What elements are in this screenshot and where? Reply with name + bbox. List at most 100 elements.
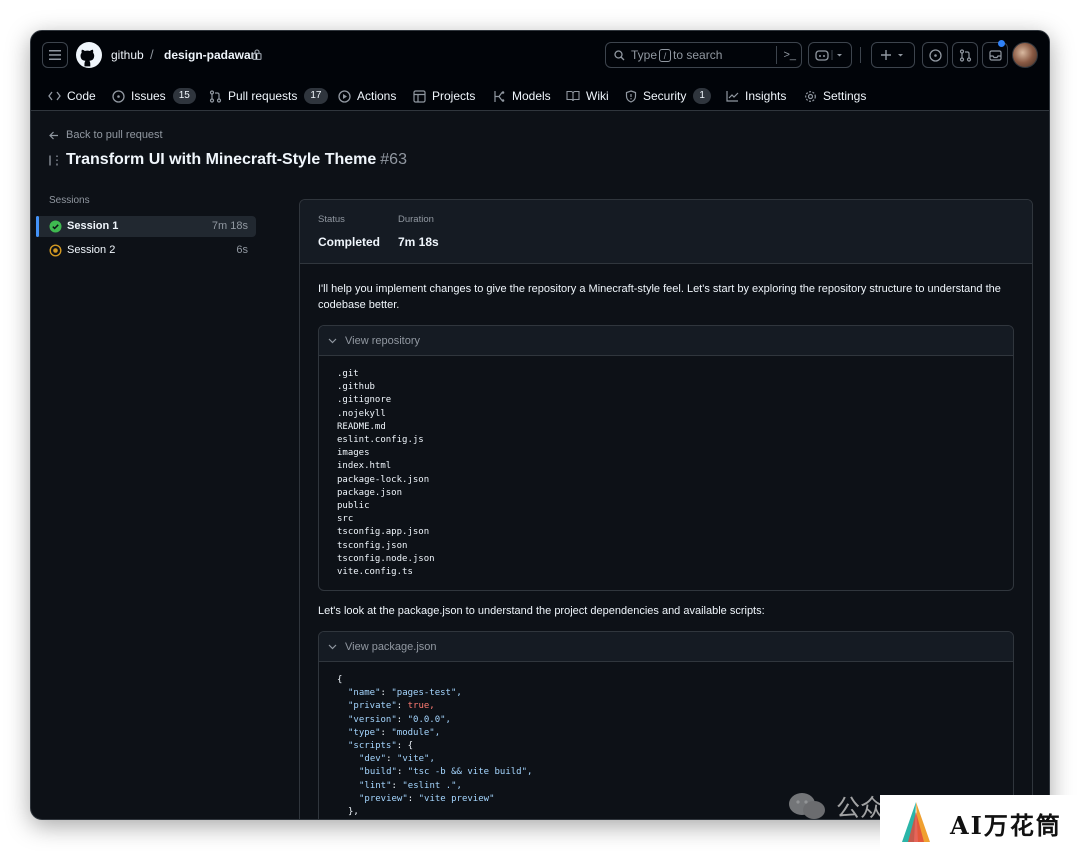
pull-requests-count-badge: 17	[304, 88, 328, 104]
tool-call-view-repository: View repository .git .github .gitignore …	[318, 325, 1014, 591]
session-name: Session 2	[67, 244, 116, 256]
agent-message-intro: I'll help you implement changes to give …	[318, 283, 1001, 311]
tool-call-header[interactable]: View package.json	[319, 632, 1013, 662]
chevron-down-icon	[328, 338, 337, 343]
brand-name: AI万花筒	[950, 810, 1062, 840]
github-logo-icon[interactable]	[76, 42, 102, 68]
tab-security[interactable]: Security 1	[625, 85, 711, 107]
play-icon	[338, 89, 351, 103]
tab-code[interactable]: Code	[48, 85, 96, 107]
sessions-heading: Sessions	[49, 195, 90, 206]
breadcrumb-repo[interactable]: design-padawan	[164, 48, 258, 62]
watermark-text: 公众	[836, 794, 884, 822]
tab-pull-requests[interactable]: Pull requests 17	[209, 85, 328, 107]
back-link-label: Back to pull request	[66, 129, 163, 141]
tab-issues[interactable]: Issues 15	[112, 85, 196, 107]
back-to-pull-request-link[interactable]: Back to pull request	[49, 129, 163, 141]
command-palette-button[interactable]: >_	[776, 46, 796, 64]
tab-actions-label: Actions	[357, 89, 397, 103]
json-value: "eslint .",	[402, 780, 462, 791]
tab-models-label: Models	[512, 89, 551, 103]
json-value: "pages-test",	[391, 688, 462, 699]
pull-requests-button[interactable]	[952, 42, 978, 68]
session-item-1[interactable]: Session 1 7m 18s	[36, 216, 256, 237]
tab-settings[interactable]: Settings	[804, 85, 866, 107]
chevron-down-icon	[831, 50, 842, 60]
issues-count-badge: 15	[172, 88, 196, 104]
search-input[interactable]: Type / to search >_	[605, 42, 802, 68]
json-value: "0.0.0",	[407, 714, 451, 725]
json-key: "preview"	[359, 793, 408, 804]
breadcrumb-separator: /	[150, 47, 154, 62]
json-value: "vite preview"	[418, 793, 495, 804]
json-line: "version": "0.0.0",	[348, 714, 451, 725]
duration-label: Duration	[398, 214, 434, 225]
repo-nav: Code Issues 15 Pull requests 17 Actions …	[31, 81, 1049, 111]
pull-request-icon	[209, 89, 222, 103]
inbox-button[interactable]	[982, 42, 1008, 68]
tab-insights-label: Insights	[745, 89, 787, 103]
search-suffix: to search	[673, 48, 723, 62]
graph-icon	[726, 91, 739, 102]
breadcrumb-owner[interactable]: github	[111, 48, 144, 62]
pull-request-icon	[959, 48, 971, 62]
issues-button[interactable]	[922, 42, 948, 68]
session-status-box: Status Completed Duration 7m 18s	[300, 200, 1032, 264]
tool-output: .git .github .gitignore .nojekyll README…	[337, 369, 435, 578]
tab-settings-label: Settings	[823, 89, 867, 103]
active-indicator	[36, 216, 39, 237]
tab-issues-label: Issues	[131, 89, 166, 103]
table-icon	[413, 89, 426, 103]
check-circle-icon	[49, 220, 62, 233]
json-key: "lint"	[359, 780, 392, 791]
json-line: "private": true,	[348, 701, 435, 712]
json-value: {	[407, 741, 414, 752]
json-value: },	[348, 807, 359, 818]
json-key: "scripts"	[348, 741, 397, 752]
brand-logo-icon	[902, 802, 930, 842]
lock-icon	[252, 49, 262, 60]
agent-message-second: Let's look at the package.json to unders…	[318, 605, 765, 617]
json-key: "name"	[348, 688, 381, 699]
tab-wiki-label: Wiki	[586, 89, 609, 103]
tool-call-header[interactable]: View repository	[319, 326, 1013, 356]
issue-icon	[928, 48, 942, 62]
brand-watermark: AI万花筒	[880, 795, 1080, 851]
tab-wiki[interactable]: Wiki	[566, 85, 609, 107]
copilot-button[interactable]	[808, 42, 852, 68]
session-item-2[interactable]: Session 2 6s	[36, 240, 256, 261]
avatar[interactable]	[1012, 42, 1038, 68]
json-key: "version"	[348, 714, 397, 725]
search-icon	[614, 49, 625, 60]
plus-icon	[881, 50, 891, 60]
issue-icon	[112, 89, 125, 103]
json-line: "build": "tsc -b && vite build",	[359, 767, 533, 778]
json-key: "dev"	[359, 754, 387, 765]
json-line: {	[337, 674, 1013, 687]
copilot-icon	[815, 50, 829, 61]
tool-call-label: View repository	[345, 334, 420, 347]
shield-icon	[625, 89, 637, 103]
tool-call-label: View package.json	[345, 640, 437, 653]
json-line: "type": "module",	[348, 727, 441, 738]
hamburger-icon	[49, 50, 61, 60]
json-value: {	[337, 675, 343, 685]
json-line: "name": "pages-test",	[348, 688, 462, 699]
pull-request-number: #63	[380, 151, 407, 168]
pull-request-draft-icon	[49, 155, 58, 165]
session-duration: 7m 18s	[211, 220, 248, 232]
tab-actions[interactable]: Actions	[338, 85, 396, 107]
header-divider	[860, 47, 861, 63]
search-prefix: Type	[631, 48, 658, 62]
tab-insights[interactable]: Insights	[726, 85, 786, 107]
menu-button[interactable]	[42, 42, 68, 68]
create-new-button[interactable]	[871, 42, 915, 68]
model-icon	[494, 90, 505, 102]
json-value: true,	[407, 701, 435, 712]
json-value: "tsc -b && vite build",	[407, 767, 533, 778]
tab-security-label: Security	[643, 89, 687, 103]
search-shortcut-key: /	[659, 48, 672, 62]
duration-value: 7m 18s	[398, 235, 439, 249]
tab-projects[interactable]: Projects	[413, 85, 475, 107]
tab-models[interactable]: Models	[493, 85, 551, 107]
